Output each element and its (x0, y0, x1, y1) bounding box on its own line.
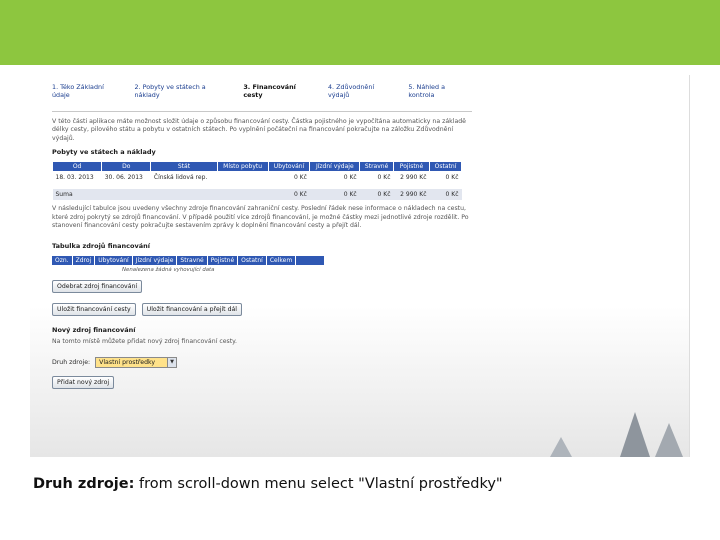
tab-preview[interactable]: 5. Náhled a kontrola (408, 83, 472, 99)
decor-peak (655, 423, 683, 457)
table-cell (217, 189, 269, 201)
table-cell (101, 189, 151, 201)
screenshot-panel: 1. Téko Základní údaje 2. Pobyty ve stát… (30, 75, 690, 457)
column-header: Stát (150, 161, 218, 173)
column-header: Ostatní (429, 161, 462, 173)
tab-financing[interactable]: 3. Financování cesty (243, 83, 316, 99)
table-cell: 18. 03. 2013 (55, 174, 94, 182)
column-header: Zdroj (73, 256, 96, 266)
table-cell: 0 Kč (343, 174, 357, 182)
save-financing-button[interactable]: Uložit financování cesty (52, 303, 136, 317)
add-source-button[interactable]: Přidat nový zdroj (52, 375, 115, 389)
caption-bold: Druh zdroje: (33, 476, 135, 492)
table-header-row: Od Do Stát Místo pobytu Ubytování Jízdní… (51, 161, 462, 173)
table-cell: Čínská lidová rep. (153, 174, 208, 182)
tab-stays-costs[interactable]: 2. Pobyty ve státech a náklady (134, 83, 231, 99)
tab-basic-info[interactable]: 1. Téko Základní údaje (52, 83, 122, 99)
stays-heading: Pobyty ve státech a náklady (52, 148, 156, 157)
sources-heading: Tabulka zdrojů financování (52, 242, 150, 251)
column-header: Ostatní (238, 256, 267, 266)
column-header: Ozn. (52, 256, 73, 266)
table-cell: Suma (52, 189, 102, 201)
chevron-down-icon[interactable]: ▼ (167, 357, 177, 367)
intro-text: V této části aplikace máte možnost složi… (52, 118, 466, 142)
column-header: Stravné (359, 161, 394, 173)
table-cell: 0 Kč (359, 189, 394, 201)
sources-table-header: Ozn. Zdroj Ubytování Jízdní výdaje Strav… (52, 256, 324, 266)
table-cell: 0 Kč (429, 189, 462, 201)
stays-table: Od Do Stát Místo pobytu Ubytování Jízdní… (51, 161, 462, 201)
new-source-heading: Nový zdroj financování (52, 326, 136, 335)
empty-note: Nenalezena žádná vyhovující data (122, 267, 215, 274)
table-cell: 0 Kč (293, 174, 307, 182)
decor-peak (550, 437, 572, 457)
column-header: Místo pobytu (216, 161, 269, 173)
tab-justification[interactable]: 4. Zdůvodnění výdajů (328, 83, 396, 99)
table-cell: 0 Kč (377, 174, 391, 182)
source-type-select[interactable]: Vlastní prostředky ▼ (95, 356, 178, 368)
table-cell: 2 990 Kč (393, 189, 430, 201)
table-cell: 30. 06. 2013 (104, 174, 143, 182)
column-header: Pojistné (393, 161, 430, 173)
column-header: Ubytování (95, 256, 133, 266)
table-cell: 2 990 Kč (400, 174, 427, 182)
source-type-label: Druh zdroje: (52, 358, 91, 366)
new-source-note: Na tomto místě můžete přidat nový zdroj … (52, 338, 237, 346)
table-cell: 0 Kč (445, 174, 459, 182)
table-cell: 0 Kč (268, 189, 310, 201)
top-green-band (0, 0, 720, 65)
column-header: Jízdní výdaje (309, 161, 361, 173)
wizard-steps: 1. Téko Základní údaje 2. Pobyty ve stát… (52, 83, 472, 99)
column-header: Pojistné (208, 256, 239, 266)
sum-row: Suma 0 Kč 0 Kč 0 Kč 2 990 Kč 0 Kč (52, 189, 462, 201)
form-content: 1. Téko Základní údaje 2. Pobyty ve stát… (51, 83, 472, 389)
column-header: Stravné (177, 256, 208, 266)
explain-text: V následující tabulce jsou uvedeny všech… (52, 205, 469, 230)
decor-peak (620, 412, 650, 457)
column-header: Do (101, 161, 152, 173)
column-header: Jízdní výdaje (133, 256, 178, 266)
save-and-continue-button[interactable]: Uložit financování a přejít dál (141, 303, 243, 317)
slide-caption: Druh zdroje: from scroll-down menu selec… (33, 476, 503, 492)
table-cell (150, 189, 218, 201)
remove-source-button[interactable]: Odebrat zdroj financování (52, 280, 143, 294)
column-header: Ubytování (267, 161, 311, 173)
selected-value: Vlastní prostředky (99, 358, 156, 366)
table-cell (217, 172, 268, 184)
table-cell: 0 Kč (309, 189, 360, 201)
divider (52, 111, 472, 112)
caption-text: from scroll-down menu select "Vlastní pr… (134, 476, 503, 492)
column-header: Celkem (267, 256, 297, 266)
source-type-field: Druh zdroje: Vlastní prostředky ▼ (52, 356, 472, 368)
column-header: Od (51, 161, 103, 173)
table-row: 18. 03. 2013 30. 06. 2013 Čínská lidová … (53, 172, 462, 184)
